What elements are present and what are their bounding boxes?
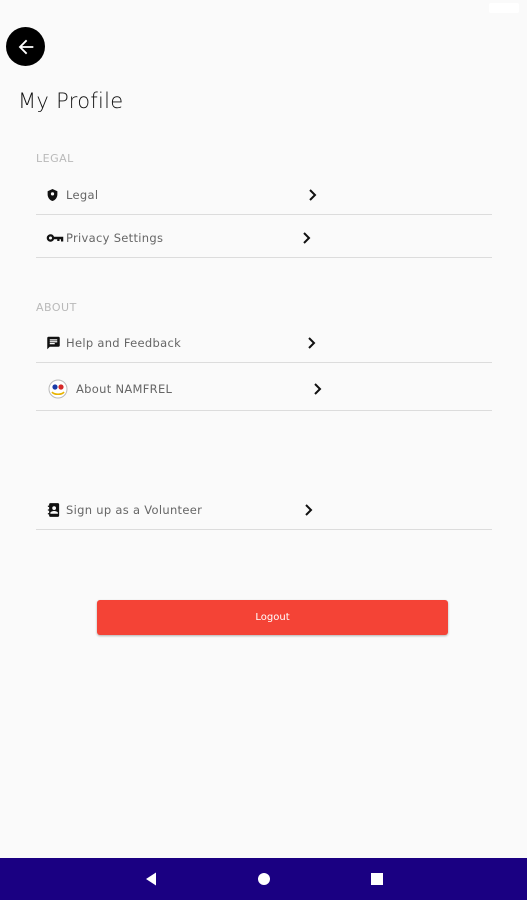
contact-book-icon xyxy=(46,502,61,517)
back-button[interactable] xyxy=(6,27,45,66)
menu-item-label: Sign up as a Volunteer xyxy=(66,502,203,517)
section-label-legal: LEGAL xyxy=(36,152,74,165)
status-indicator xyxy=(489,3,519,13)
chevron-right-icon xyxy=(308,188,318,201)
menu-item-sign-up-volunteer[interactable]: Sign up as a Volunteer xyxy=(36,490,492,530)
page-title: My Profile xyxy=(18,89,124,113)
menu-item-legal[interactable]: Legal xyxy=(36,175,492,215)
menu-item-help-and-feedback[interactable]: Help and Feedback xyxy=(36,323,492,363)
menu-item-label: About NAMFREL xyxy=(76,382,173,396)
chevron-right-icon xyxy=(304,503,314,516)
home-icon[interactable] xyxy=(257,872,271,886)
system-navigation-bar xyxy=(0,858,527,900)
recents-icon[interactable] xyxy=(371,873,384,886)
menu-item-label: Help and Feedback xyxy=(66,335,182,350)
feedback-icon xyxy=(46,335,61,350)
namfrel-logo-icon xyxy=(48,379,68,399)
section-label-about: ABOUT xyxy=(36,301,77,314)
logout-button[interactable]: Logout xyxy=(97,600,448,635)
key-icon xyxy=(46,233,64,243)
menu-item-label: Privacy Settings xyxy=(66,230,164,245)
chevron-right-icon xyxy=(302,231,312,244)
menu-item-about-namfrel[interactable]: About NAMFREL xyxy=(36,368,492,411)
menu-item-label: Legal xyxy=(66,187,99,202)
menu-item-privacy-settings[interactable]: Privacy Settings xyxy=(36,218,492,258)
back-icon[interactable] xyxy=(144,872,158,887)
arrow-left-icon xyxy=(18,39,33,54)
chevron-right-icon xyxy=(313,383,323,395)
shield-icon xyxy=(46,188,59,202)
chevron-right-icon xyxy=(307,336,317,349)
status-bar xyxy=(0,0,527,18)
